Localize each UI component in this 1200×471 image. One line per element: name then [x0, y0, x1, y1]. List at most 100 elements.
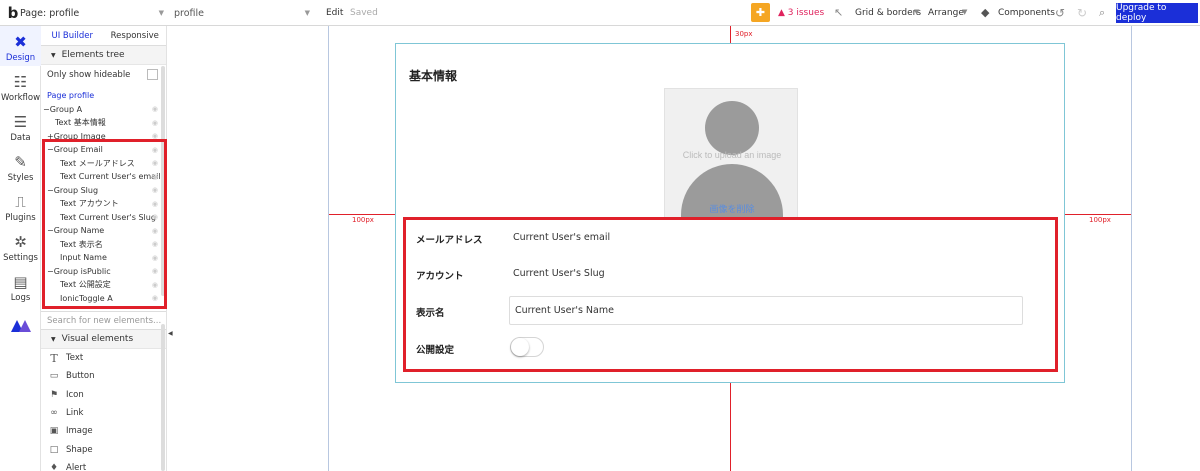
only-show-hideable-checkbox[interactable]: [147, 69, 158, 80]
top-margin-label: 30px: [735, 30, 753, 38]
visual-element-alert[interactable]: ♦ Alert: [41, 459, 166, 471]
top-bar: b Page: profile ▼ profile ▼ Edit Saved ✚…: [0, 0, 1200, 26]
cursor-icon[interactable]: ↖: [834, 6, 843, 19]
nav-data-label: Data: [10, 133, 31, 143]
design-icon: ✖: [14, 33, 27, 51]
nav-workflow[interactable]: ☷ Workflow: [0, 66, 41, 106]
brush-icon: ✎: [14, 153, 27, 171]
visual-element-button[interactable]: ▭ Button: [41, 367, 166, 385]
right-margin-guide: [1065, 214, 1131, 215]
eye-icon[interactable]: ◉: [152, 119, 158, 127]
visual-element-image[interactable]: ▣ Image: [41, 422, 166, 440]
only-show-hideable-row: Only show hideable: [41, 65, 166, 85]
nav-logs-label: Logs: [10, 293, 31, 303]
element-search-input[interactable]: Search for new elements...: [41, 311, 166, 330]
visual-element-label: Icon: [66, 389, 84, 400]
triangle-logo-icon: [10, 319, 31, 332]
right-margin-label: 100px: [1089, 216, 1111, 224]
nav-workflow-label: Workflow: [0, 93, 41, 103]
database-icon: ☰: [13, 113, 28, 131]
flag-icon: ⚑: [49, 389, 59, 400]
link-icon: ∞: [50, 408, 58, 419]
nav-data[interactable]: ☰ Data: [0, 106, 41, 146]
nav-plugins[interactable]: ⎍ Plugins: [0, 186, 41, 226]
visual-element-label: Button: [66, 371, 95, 382]
grid-borders-menu[interactable]: Grid & borders: [855, 8, 921, 18]
gift-icon[interactable]: ✚: [751, 3, 770, 22]
bottom-margin-guide: [730, 383, 731, 471]
form-highlight-box: [403, 217, 1058, 372]
chevron-down-icon: ▼: [914, 8, 920, 16]
chevron-down-icon: ▼: [158, 9, 164, 17]
page-left-boundary: [328, 26, 329, 471]
visual-elements-header[interactable]: ▼ Visual elements: [41, 330, 166, 349]
chevron-down-icon: ▼: [962, 8, 968, 16]
nav-styles-label: Styles: [7, 173, 34, 183]
panel-tabs: UI Builder Responsive: [41, 26, 166, 46]
only-show-hideable-label: Only show hideable: [47, 70, 131, 80]
arrange-menu[interactable]: Arrange: [928, 8, 964, 18]
triangle-down-icon: ▼: [51, 335, 56, 343]
visual-element-label: Alert: [66, 462, 87, 471]
tree-item-label: −Group A: [43, 104, 83, 114]
collapse-panel-icon[interactable]: ◀: [168, 330, 173, 337]
elements-tree-header[interactable]: ▼ Elements tree: [41, 46, 166, 65]
tab-responsive[interactable]: Responsive: [104, 26, 167, 45]
image-icon: ▣: [49, 426, 59, 437]
visual-elements-label: Visual elements: [61, 334, 134, 344]
page-name-dropdown[interactable]: profile ▼: [174, 0, 314, 26]
upload-image-placeholder: Click to upload an image: [682, 150, 782, 160]
gear-icon: ✲: [14, 233, 27, 251]
visual-element-label: Text: [66, 353, 84, 364]
triangle-down-icon: ▼: [51, 51, 56, 59]
tree-highlight-box: [42, 139, 167, 309]
visual-element-label: Shape: [66, 444, 93, 455]
visual-element-label: Link: [66, 408, 84, 419]
search-icon[interactable]: ⌕: [1099, 6, 1105, 20]
elements-scrollbar[interactable]: [161, 324, 165, 471]
text-icon: T: [50, 351, 58, 365]
tab-ui-builder[interactable]: UI Builder: [41, 26, 104, 45]
page-select-dropdown[interactable]: Page: profile ▼: [20, 0, 168, 26]
visual-element-label: Image: [66, 426, 93, 437]
page-select-label: Page: profile: [20, 7, 80, 19]
document-icon: ▤: [13, 273, 28, 291]
nav-settings[interactable]: ✲ Settings: [0, 226, 41, 266]
elements-tree-label: Elements tree: [61, 50, 125, 60]
tree-item-label: Page profile: [47, 91, 95, 101]
workflow-icon: ☷: [13, 73, 28, 91]
tree-item-page[interactable]: Page profile: [41, 89, 166, 103]
left-margin-guide: [329, 214, 395, 215]
nav-plugins-label: Plugins: [5, 213, 36, 223]
tree-item-label: Text 基本情報: [55, 118, 106, 128]
visual-element-text[interactable]: T Text: [41, 349, 166, 367]
nav-settings-label: Settings: [3, 253, 38, 263]
left-nav-rail: ✖ Design ☷ Workflow ☰ Data ✎ Styles ⎍ Pl…: [0, 26, 41, 471]
nav-design[interactable]: ✖ Design: [0, 26, 41, 66]
tree-item[interactable]: Text 基本情報 ◉: [41, 116, 166, 130]
nav-logs[interactable]: ▤ Logs: [0, 266, 41, 306]
edit-menu[interactable]: Edit: [326, 8, 343, 18]
avatar-head-shape: [705, 101, 759, 155]
page-right-boundary: [1131, 26, 1132, 471]
nav-styles[interactable]: ✎ Styles: [0, 146, 41, 186]
nav-design-label: Design: [5, 53, 36, 63]
issues-button[interactable]: ▲ 3 issues: [778, 8, 824, 18]
bell-icon: ♦: [49, 462, 59, 471]
redo-icon[interactable]: ↻: [1077, 6, 1087, 20]
eye-icon[interactable]: ◉: [152, 105, 158, 113]
upgrade-to-deploy-button[interactable]: Upgrade to deploy: [1116, 3, 1198, 23]
delete-image-link[interactable]: 画像を削除: [665, 202, 797, 215]
top-margin-guide: [730, 26, 731, 43]
nav-extra[interactable]: [0, 306, 41, 346]
visual-element-icon[interactable]: ⚑ Icon: [41, 386, 166, 404]
visual-element-shape[interactable]: □ Shape: [41, 440, 166, 458]
components-button[interactable]: Components: [998, 8, 1055, 18]
chevron-down-icon: ▼: [304, 9, 310, 17]
page-name-label: profile: [174, 7, 205, 19]
tree-item[interactable]: −Group A ◉: [41, 103, 166, 117]
cube-icon: ◆: [981, 6, 990, 19]
profile-image-uploader[interactable]: Click to upload an image 画像を削除: [664, 88, 798, 218]
undo-icon[interactable]: ↺: [1055, 6, 1065, 20]
visual-element-link[interactable]: ∞ Link: [41, 404, 166, 422]
